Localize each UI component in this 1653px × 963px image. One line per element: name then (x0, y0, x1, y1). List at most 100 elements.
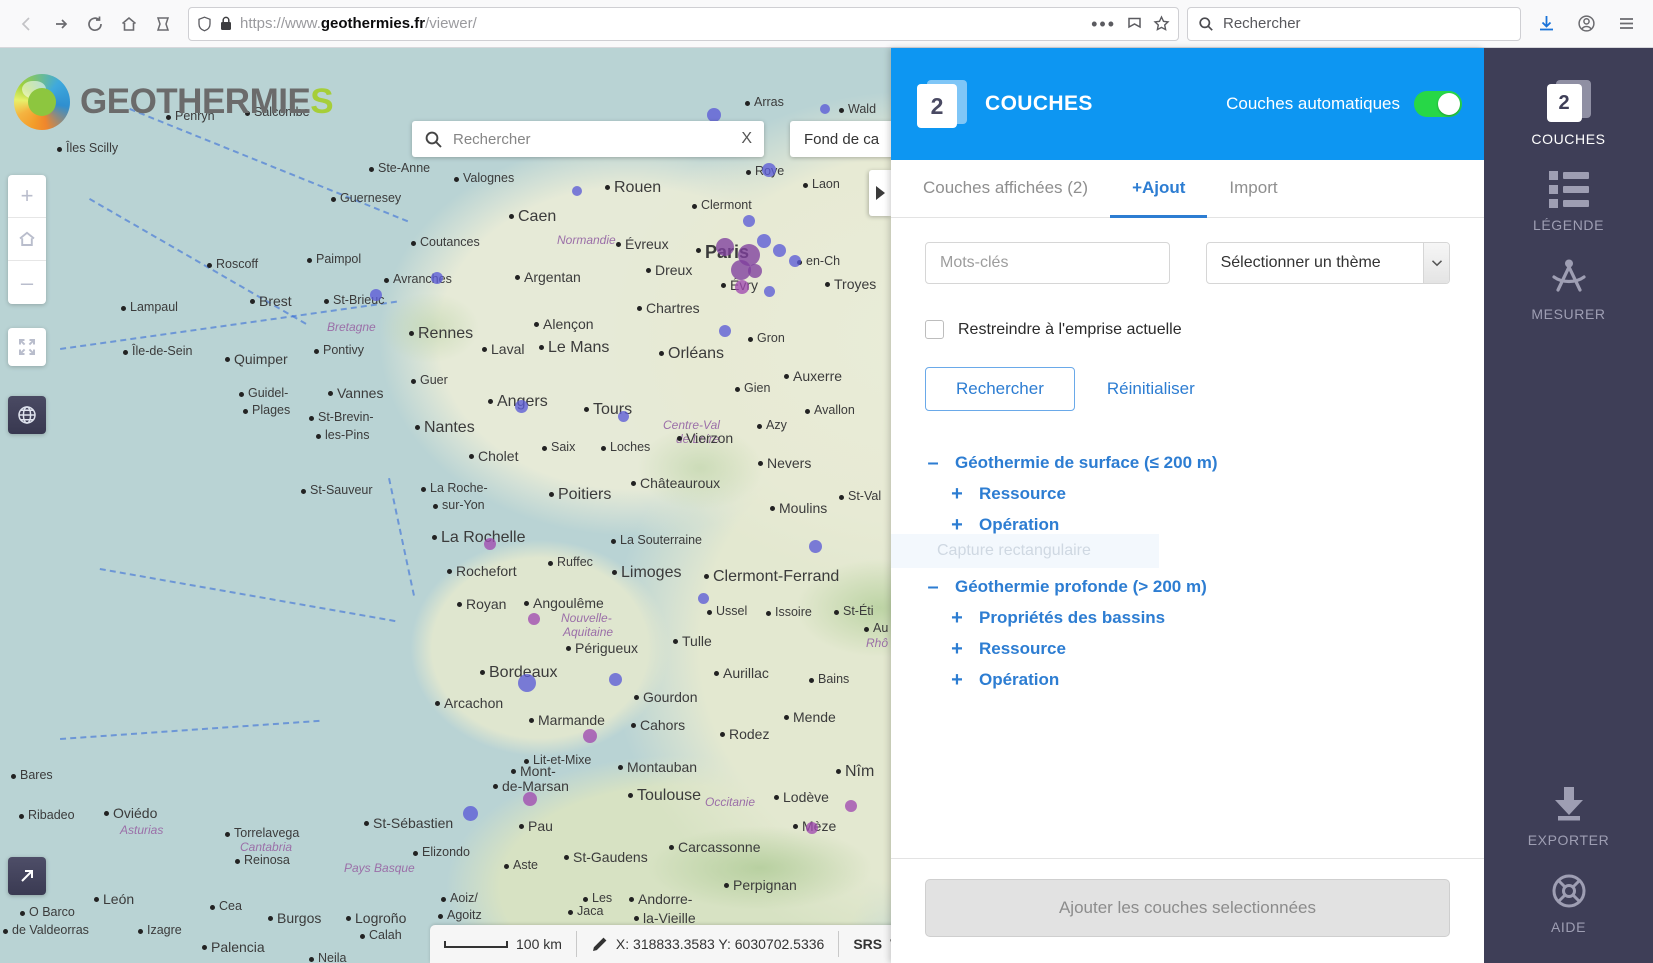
layer-category-group[interactable]: – Géothermie de surface (≤ 200 m) (925, 447, 1450, 478)
fullscreen-button[interactable] (8, 328, 46, 366)
account-icon[interactable] (1569, 7, 1603, 41)
geothermal-site-point[interactable] (528, 613, 540, 625)
back-arrow-icon[interactable] (10, 7, 44, 41)
globe-basemap-button[interactable] (8, 396, 46, 434)
sidebar-item-legende[interactable]: LÉGENDE (1484, 157, 1653, 243)
sidebar-item-exporter[interactable]: EXPORTER (1484, 771, 1653, 858)
tab-import[interactable]: Import (1207, 160, 1299, 218)
geothermal-site-point[interactable] (809, 540, 822, 553)
save-to-pocket-icon[interactable] (1126, 15, 1143, 32)
geothermal-site-point[interactable] (764, 286, 775, 297)
geothermal-site-point[interactable] (431, 272, 443, 284)
tab-ajout[interactable]: +Ajout (1110, 160, 1208, 218)
sidebar-item-mesurer[interactable]: MESURER (1484, 243, 1653, 332)
geothermal-site-point[interactable] (370, 289, 382, 301)
geothermal-site-point[interactable] (698, 593, 709, 604)
restrict-extent-row[interactable]: Restreindre à l'emprise actuelle (925, 320, 1450, 339)
geothermal-site-point[interactable] (609, 673, 622, 686)
expand-plus-icon[interactable]: + (949, 639, 965, 659)
map-city-dot (454, 177, 459, 182)
map-city-dot (301, 489, 306, 494)
map-search-box[interactable]: Rechercher X (412, 121, 764, 157)
collapse-minus-icon[interactable]: – (925, 453, 941, 473)
sidebar-item-couches[interactable]: 2 COUCHES (1484, 66, 1653, 157)
chevron-down-icon (1423, 243, 1449, 283)
geothermal-site-point[interactable] (735, 280, 749, 294)
download-icon[interactable] (1529, 7, 1563, 41)
tab-couches-affichees[interactable]: Couches affichées (2) (901, 160, 1110, 218)
layer-category-item[interactable]: + Ressource (925, 478, 1450, 509)
theme-select[interactable]: Sélectionner un thème (1205, 242, 1450, 284)
sidebar-item-aide[interactable]: AIDE (1484, 858, 1653, 945)
search-icon (424, 130, 443, 149)
geothermal-site-point[interactable] (845, 800, 857, 812)
geothermal-site-point[interactable] (707, 108, 721, 122)
external-link-button[interactable] (8, 857, 46, 895)
home-extent-button[interactable] (8, 218, 46, 261)
layer-category-item[interactable]: + Propriétés des bassins (925, 602, 1450, 633)
browser-search-bar[interactable]: Rechercher (1187, 6, 1521, 41)
zoom-out-button[interactable]: – (8, 261, 46, 304)
layer-category-group[interactable]: – Géothermie profonde (> 200 m) (925, 571, 1450, 602)
tool-sidebar: 2 COUCHES LÉGENDE MESURER EXPORTER AIDE (1484, 48, 1653, 963)
map-city-dot (482, 347, 487, 352)
home-icon[interactable] (112, 7, 146, 41)
layer-category-tree[interactable]: – Géothermie de surface (≤ 200 m) + Ressour… (925, 447, 1450, 695)
shield-icon[interactable] (197, 16, 212, 32)
geothermal-site-point[interactable] (523, 792, 537, 806)
bookmark-star-icon[interactable] (1153, 15, 1170, 32)
geothermal-site-point[interactable] (518, 674, 536, 692)
geothermal-site-point[interactable] (618, 411, 629, 422)
forward-arrow-icon[interactable] (44, 7, 78, 41)
basemap-selector-button[interactable]: Fond de ca (790, 121, 900, 157)
capture-rectangulaire-tooltip: Capture rectangulaire (891, 534, 1159, 568)
expand-plus-icon[interactable]: + (949, 670, 965, 690)
geothermal-site-point[interactable] (716, 238, 734, 256)
keywords-input[interactable]: Mots-clés (925, 242, 1170, 284)
collapse-panel-arrow-icon[interactable] (869, 170, 891, 216)
collapse-minus-icon[interactable]: – (925, 577, 941, 597)
clear-search-icon[interactable]: X (741, 130, 752, 148)
geothermal-site-point[interactable] (748, 264, 762, 278)
geothermal-site-point[interactable] (762, 163, 776, 177)
pencil-icon[interactable] (591, 936, 608, 953)
map-city-dot (839, 108, 844, 113)
geothermal-site-point[interactable] (820, 104, 830, 114)
layer-category-item[interactable]: + Ressource (925, 633, 1450, 664)
map-city-dot (539, 345, 544, 350)
map-zoom-controls[interactable]: + – (8, 175, 46, 304)
geothermal-site-point[interactable] (773, 244, 786, 257)
geothermal-site-point[interactable] (572, 186, 582, 196)
geothermal-site-point[interactable] (583, 729, 597, 743)
geothermal-site-point[interactable] (719, 325, 731, 337)
restrict-extent-checkbox[interactable] (925, 320, 944, 339)
zoom-in-button[interactable]: + (8, 175, 46, 218)
reset-button[interactable]: Réinitialiser (1091, 367, 1211, 411)
auto-layers-toggle[interactable] (1414, 91, 1462, 117)
reload-icon[interactable] (78, 7, 112, 41)
map-city-dot (409, 331, 414, 336)
ellipsis-icon[interactable]: ••• (1091, 15, 1116, 33)
map-city-dot (628, 793, 633, 798)
map-city-dot (225, 832, 230, 837)
geothermal-site-point[interactable] (789, 255, 801, 267)
geothermal-site-point[interactable] (463, 806, 478, 821)
hamburger-menu-icon[interactable] (1609, 7, 1643, 41)
geothermal-site-point[interactable] (743, 215, 755, 227)
geothermal-site-point[interactable] (757, 234, 771, 248)
geothermal-site-point[interactable] (515, 400, 528, 413)
url-bar[interactable]: https://www.geothermies.fr/viewer/ ••• (188, 6, 1179, 41)
geothermal-site-point[interactable] (806, 822, 818, 834)
search-button[interactable]: Rechercher (925, 367, 1075, 411)
expand-plus-icon[interactable]: + (949, 515, 965, 535)
map-city-dot (309, 416, 314, 421)
layer-category-item[interactable]: + Opération (925, 664, 1450, 695)
add-selected-layers-button[interactable]: Ajouter les couches selectionnées (925, 879, 1450, 937)
geothermal-site-point[interactable] (484, 538, 496, 550)
map-city-dot (673, 639, 678, 644)
expand-plus-icon[interactable]: + (949, 608, 965, 628)
pocket-icon[interactable] (146, 7, 180, 41)
expand-plus-icon[interactable]: + (949, 484, 965, 504)
search-form-row: Mots-clés Sélectionner un thème (925, 242, 1450, 284)
panel-tabs[interactable]: Couches affichées (2) +Ajout Import (891, 160, 1484, 218)
